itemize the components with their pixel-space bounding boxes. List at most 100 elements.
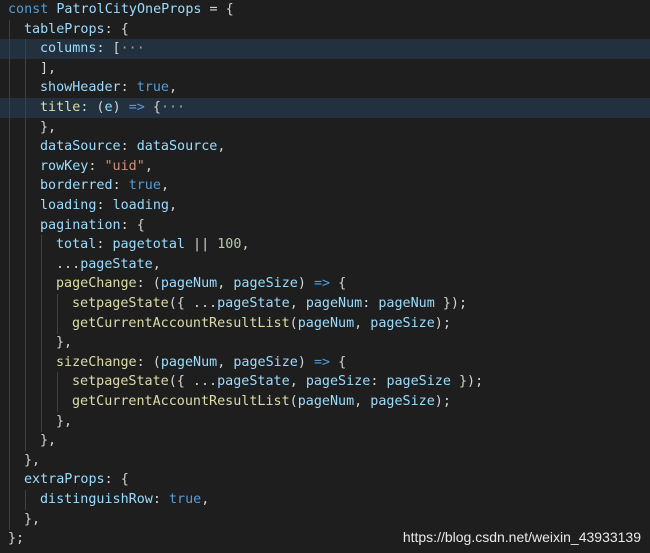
indent-guide bbox=[9, 450, 10, 471]
code-line[interactable]: showHeader: true, bbox=[0, 78, 650, 99]
code-token: : { bbox=[104, 472, 129, 488]
code-token: , bbox=[169, 198, 178, 213]
code-line[interactable]: }, bbox=[0, 333, 650, 354]
indent-guide bbox=[9, 215, 10, 236]
code-token: ... bbox=[56, 256, 81, 272]
code-line[interactable]: borderred: true, bbox=[0, 176, 650, 197]
indent-guide bbox=[25, 58, 26, 79]
code-line[interactable]: getCurrentAccountResultList(pageNum, pag… bbox=[0, 392, 650, 412]
indent-guide bbox=[25, 78, 26, 99]
code-token: pagetotal bbox=[112, 237, 185, 253]
code-line[interactable]: ], bbox=[0, 58, 650, 79]
code-token: true bbox=[128, 178, 161, 194]
indent-guide bbox=[25, 490, 26, 510]
code-line[interactable]: dataSource: dataSource, bbox=[0, 137, 650, 158]
code-token: : bbox=[120, 80, 137, 96]
code-token: ) bbox=[112, 100, 129, 115]
code-line[interactable]: columns: [··· bbox=[0, 39, 650, 60]
code-token: columns bbox=[40, 41, 97, 57]
indent-guide bbox=[41, 274, 42, 295]
code-token: pageNum bbox=[378, 296, 435, 311]
indent-guide bbox=[25, 392, 26, 412]
indent-guide bbox=[9, 176, 10, 197]
code-line[interactable]: }, bbox=[0, 411, 650, 432]
code-line[interactable]: pageChange: (pageNum, pageSize) => { bbox=[0, 274, 650, 295]
code-token: 100 bbox=[217, 237, 242, 253]
code-line[interactable]: }, bbox=[0, 450, 650, 471]
indent-guide bbox=[25, 372, 26, 393]
code-line[interactable]: }, bbox=[0, 509, 650, 530]
code-text: title: (e) => {··· bbox=[40, 98, 185, 118]
code-token: pageSize bbox=[370, 394, 435, 409]
code-line[interactable]: total: pagetotal || 100, bbox=[0, 235, 650, 256]
code-line[interactable]: loading: loading, bbox=[0, 196, 650, 216]
code-token: dataSource bbox=[40, 139, 121, 155]
code-token: ) bbox=[297, 354, 314, 370]
fold-ellipsis[interactable]: ··· bbox=[161, 100, 185, 115]
indent-guide bbox=[25, 313, 26, 334]
indent-guide bbox=[25, 137, 26, 158]
code-token: pageState bbox=[217, 296, 290, 311]
code-token: extraProps bbox=[24, 472, 105, 488]
code-line[interactable]: setpageState({ ...pageState, pageNum: pa… bbox=[0, 294, 650, 314]
code-token: || bbox=[185, 237, 218, 253]
code-token: setpageState bbox=[72, 374, 169, 390]
code-line[interactable]: setpageState({ ...pageState, pageSize: p… bbox=[0, 372, 650, 393]
indent-guide bbox=[25, 294, 26, 314]
code-token: loading bbox=[112, 198, 169, 213]
code-token: : [ bbox=[96, 41, 121, 57]
code-line[interactable]: distinguishRow: true, bbox=[0, 490, 650, 510]
code-token: : ( bbox=[136, 276, 161, 292]
code-token: ( bbox=[289, 394, 298, 409]
code-token: ({ ... bbox=[168, 296, 218, 311]
indent-guide bbox=[9, 117, 10, 138]
code-token: }, bbox=[56, 413, 73, 429]
code-token: loading bbox=[40, 198, 97, 213]
code-text: borderred: true, bbox=[40, 176, 169, 196]
code-token: : bbox=[96, 237, 113, 253]
code-line[interactable]: tableProps: { bbox=[0, 19, 650, 40]
code-token: { bbox=[330, 354, 347, 370]
code-token: , bbox=[217, 139, 226, 155]
code-token: pageState bbox=[80, 256, 153, 272]
indent-guide bbox=[25, 215, 26, 236]
code-line[interactable]: const PatrolCityOneProps = { bbox=[0, 0, 650, 20]
code-token: , bbox=[217, 276, 234, 292]
code-token: rowKey bbox=[40, 158, 89, 174]
code-text: getCurrentAccountResultList(pageNum, pag… bbox=[72, 314, 451, 334]
code-line[interactable]: }, bbox=[0, 117, 650, 138]
code-token: PatrolCityOneProps bbox=[56, 2, 202, 17]
code-token: borderred bbox=[40, 178, 113, 194]
code-line[interactable]: rowKey: "uid", bbox=[0, 156, 650, 177]
indent-guide bbox=[9, 470, 10, 491]
code-token: { bbox=[144, 100, 161, 115]
code-line[interactable]: ...pageState, bbox=[0, 254, 650, 275]
code-editor[interactable]: const PatrolCityOneProps = {tableProps: … bbox=[0, 0, 650, 553]
code-token: pageChange bbox=[56, 276, 137, 292]
indent-guide bbox=[41, 254, 42, 275]
code-token: = { bbox=[201, 2, 234, 17]
code-text: distinguishRow: true, bbox=[40, 490, 209, 510]
code-token: pageNum bbox=[160, 276, 218, 292]
indent-guide bbox=[41, 372, 42, 393]
code-line[interactable]: getCurrentAccountResultList(pageNum, pag… bbox=[0, 313, 650, 334]
code-line[interactable]: title: (e) => {··· bbox=[0, 98, 650, 118]
code-text: ], bbox=[40, 59, 56, 79]
code-line[interactable]: extraProps: { bbox=[0, 470, 650, 491]
code-line[interactable]: }, bbox=[0, 431, 650, 452]
indent-guide bbox=[9, 352, 10, 373]
indent-guide bbox=[25, 176, 26, 197]
code-token: setpageState bbox=[72, 296, 169, 311]
indent-guide bbox=[9, 39, 10, 60]
indent-guide bbox=[25, 352, 26, 373]
indent-guide bbox=[9, 333, 10, 354]
code-text: sizeChange: (pageNum, pageSize) => { bbox=[56, 353, 346, 373]
code-token: { bbox=[330, 276, 347, 292]
code-line[interactable]: sizeChange: (pageNum, pageSize) => { bbox=[0, 352, 650, 373]
indent-guide bbox=[41, 411, 42, 432]
fold-ellipsis[interactable]: ··· bbox=[121, 41, 145, 56]
code-line[interactable]: pagination: { bbox=[0, 215, 650, 236]
code-token: e bbox=[104, 100, 113, 115]
code-token: , bbox=[169, 80, 178, 96]
code-token: => bbox=[314, 276, 331, 292]
